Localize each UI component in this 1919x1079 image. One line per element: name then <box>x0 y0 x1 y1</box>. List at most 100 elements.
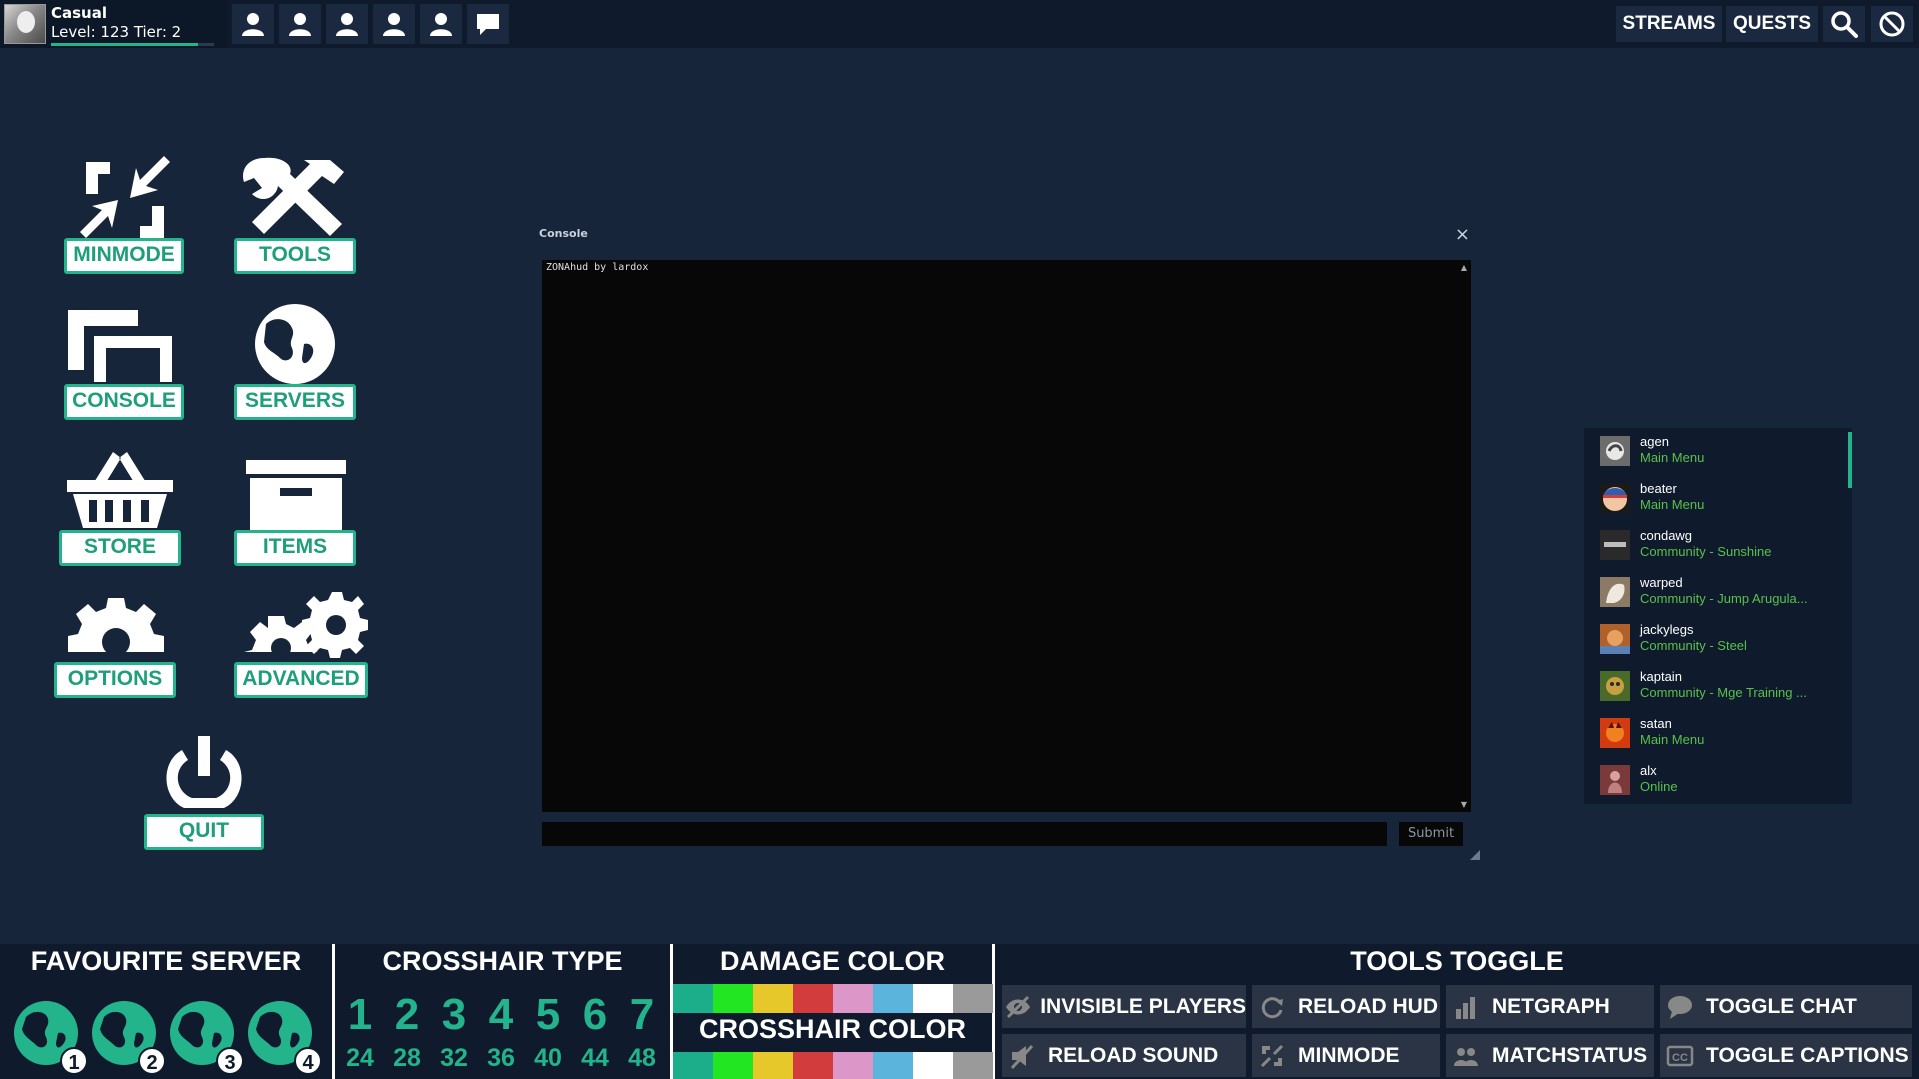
crosshair-size-48[interactable]: 48 <box>619 1044 665 1073</box>
party-slot-5[interactable] <box>420 4 462 44</box>
console-input[interactable] <box>542 822 1387 846</box>
minmode-tile[interactable]: MINMODE <box>60 150 185 278</box>
reload-hud-toggle[interactable]: RELOAD HUD <box>1252 985 1440 1028</box>
console-tile[interactable]: CONSOLE <box>60 300 185 424</box>
friend-status: Main Menu <box>1640 450 1705 465</box>
crosshair-color-swatch[interactable] <box>793 1052 833 1079</box>
crosshair-color-swatch[interactable] <box>833 1052 873 1079</box>
crosshair-type-5[interactable]: 5 <box>525 990 571 1040</box>
favourite-server-4[interactable]: 4 <box>246 999 322 1075</box>
toggle-label: MINMODE <box>1298 1043 1400 1067</box>
friend-item[interactable]: beater Main Menu <box>1600 475 1840 515</box>
resize-grip-icon[interactable] <box>1470 850 1480 860</box>
damage-color-swatch[interactable] <box>913 984 953 1013</box>
friend-item[interactable]: warped Community - Jump Arugula... <box>1600 569 1840 609</box>
crosshair-type-1[interactable]: 1 <box>337 990 383 1040</box>
console-output[interactable]: ZONAhud by lardox ▲ ▼ <box>542 260 1471 812</box>
crosshair-color-swatch[interactable] <box>913 1052 953 1079</box>
reload-sound-toggle[interactable]: RELOAD SOUND <box>1002 1034 1246 1077</box>
crosshair-type-3[interactable]: 3 <box>431 990 477 1040</box>
crosshair-type-6[interactable]: 6 <box>572 990 618 1040</box>
tools-tile[interactable]: TOOLS <box>230 150 360 278</box>
crosshair-type-2[interactable]: 2 <box>384 990 430 1040</box>
damage-color-swatch[interactable] <box>673 984 713 1013</box>
advanced-button[interactable]: ADVANCED <box>234 662 368 698</box>
options-tile[interactable]: OPTIONS <box>52 596 182 704</box>
damage-color-swatch[interactable] <box>953 984 993 1013</box>
globe-icon <box>255 304 335 384</box>
toggle-captions-toggle[interactable]: CC TOGGLE CAPTIONS <box>1660 1034 1912 1077</box>
crosshair-size-44[interactable]: 44 <box>572 1044 618 1073</box>
damage-color-swatch[interactable] <box>873 984 913 1013</box>
toggle-chat-toggle[interactable]: TOGGLE CHAT <box>1660 985 1912 1028</box>
friend-name: satan <box>1640 716 1672 731</box>
friend-item[interactable]: agen Main Menu <box>1600 428 1840 468</box>
bar-chart-icon <box>1456 996 1475 1019</box>
crosshair-size-28[interactable]: 28 <box>384 1044 430 1073</box>
damage-color-swatch[interactable] <box>833 984 873 1013</box>
store-button[interactable]: STORE <box>59 530 181 566</box>
friends-scrollbar[interactable] <box>1848 432 1852 488</box>
friend-item[interactable]: jackylegs Community - Steel <box>1600 616 1840 656</box>
scroll-down-icon[interactable]: ▼ <box>1461 800 1467 809</box>
scroll-up-icon[interactable]: ▲ <box>1461 263 1467 272</box>
friend-item[interactable]: kaptain Community - Mge Training ... <box>1600 663 1840 703</box>
items-button[interactable]: ITEMS <box>234 530 356 566</box>
advanced-tile[interactable]: ADVANCED <box>230 590 370 704</box>
close-icon[interactable]: × <box>1455 224 1470 245</box>
items-tile[interactable]: ITEMS <box>230 448 360 570</box>
console-button[interactable]: CONSOLE <box>64 384 184 420</box>
crosshair-color-swatch[interactable] <box>713 1052 753 1079</box>
crosshair-size-24[interactable]: 24 <box>337 1044 383 1073</box>
favourite-server-2[interactable]: 2 <box>90 999 166 1075</box>
level-progress-fill <box>51 43 198 46</box>
quit-button[interactable]: QUIT <box>144 814 264 850</box>
crosshair-size-32[interactable]: 32 <box>431 1044 477 1073</box>
options-button[interactable]: OPTIONS <box>54 662 176 698</box>
refresh-icon <box>1261 996 1283 1018</box>
profile-panel[interactable]: Casual Level: 123 Tier: 2 <box>0 0 228 48</box>
damage-color-swatch[interactable] <box>793 984 833 1013</box>
friend-name: warped <box>1640 575 1683 590</box>
favourite-server-3[interactable]: 3 <box>168 999 244 1075</box>
friend-item[interactable]: alx Online <box>1600 757 1840 797</box>
netgraph-toggle[interactable]: NETGRAPH <box>1446 985 1654 1028</box>
tools-button[interactable]: TOOLS <box>234 238 356 274</box>
favourite-server-1[interactable]: 1 <box>12 999 88 1075</box>
quit-tile[interactable]: QUIT <box>140 736 270 850</box>
friend-status: Online <box>1640 779 1678 794</box>
crosshair-size-40[interactable]: 40 <box>525 1044 571 1073</box>
party-slot-2[interactable] <box>279 4 321 44</box>
servers-button[interactable]: SERVERS <box>234 384 356 420</box>
crosshair-color-swatch[interactable] <box>673 1052 713 1079</box>
streams-button[interactable]: STREAMS <box>1616 6 1722 42</box>
friend-name: agen <box>1640 434 1669 449</box>
crosshair-type-4[interactable]: 4 <box>478 990 524 1040</box>
quests-button[interactable]: QUESTS <box>1726 6 1818 42</box>
store-tile[interactable]: STORE <box>55 448 185 570</box>
minmode-button[interactable]: MINMODE <box>64 238 184 274</box>
friend-item[interactable]: condawg Community - Sunshine <box>1600 522 1840 562</box>
crosshair-color-swatch[interactable] <box>873 1052 913 1079</box>
submit-button[interactable]: Submit <box>1399 822 1463 846</box>
search-button[interactable] <box>1823 6 1865 42</box>
party-slot-4[interactable] <box>373 4 415 44</box>
party-slot-3[interactable] <box>326 4 368 44</box>
crosshair-size-36[interactable]: 36 <box>478 1044 524 1073</box>
crosshair-color-swatch[interactable] <box>753 1052 793 1079</box>
crosshair-color-swatch[interactable] <box>953 1052 993 1079</box>
friend-status: Community - Sunshine <box>1640 544 1772 559</box>
party-slot-1[interactable] <box>232 4 274 44</box>
friend-item[interactable]: satan Main Menu <box>1600 710 1840 750</box>
minmode-toggle[interactable]: MINMODE <box>1252 1034 1440 1077</box>
damage-color-swatch[interactable] <box>753 984 793 1013</box>
chat-button[interactable] <box>467 4 509 44</box>
compress-arrows-icon <box>1260 1044 1284 1067</box>
block-button[interactable] <box>1871 6 1913 42</box>
matchstatus-toggle[interactable]: MATCHSTATUS <box>1446 1034 1654 1077</box>
invisible-players-toggle[interactable]: INVISIBLE PLAYERS <box>1002 985 1246 1028</box>
damage-color-swatch[interactable] <box>713 984 753 1013</box>
crosshair-type-7[interactable]: 7 <box>619 990 665 1040</box>
servers-tile[interactable]: SERVERS <box>230 300 360 424</box>
avatar[interactable] <box>4 4 46 44</box>
